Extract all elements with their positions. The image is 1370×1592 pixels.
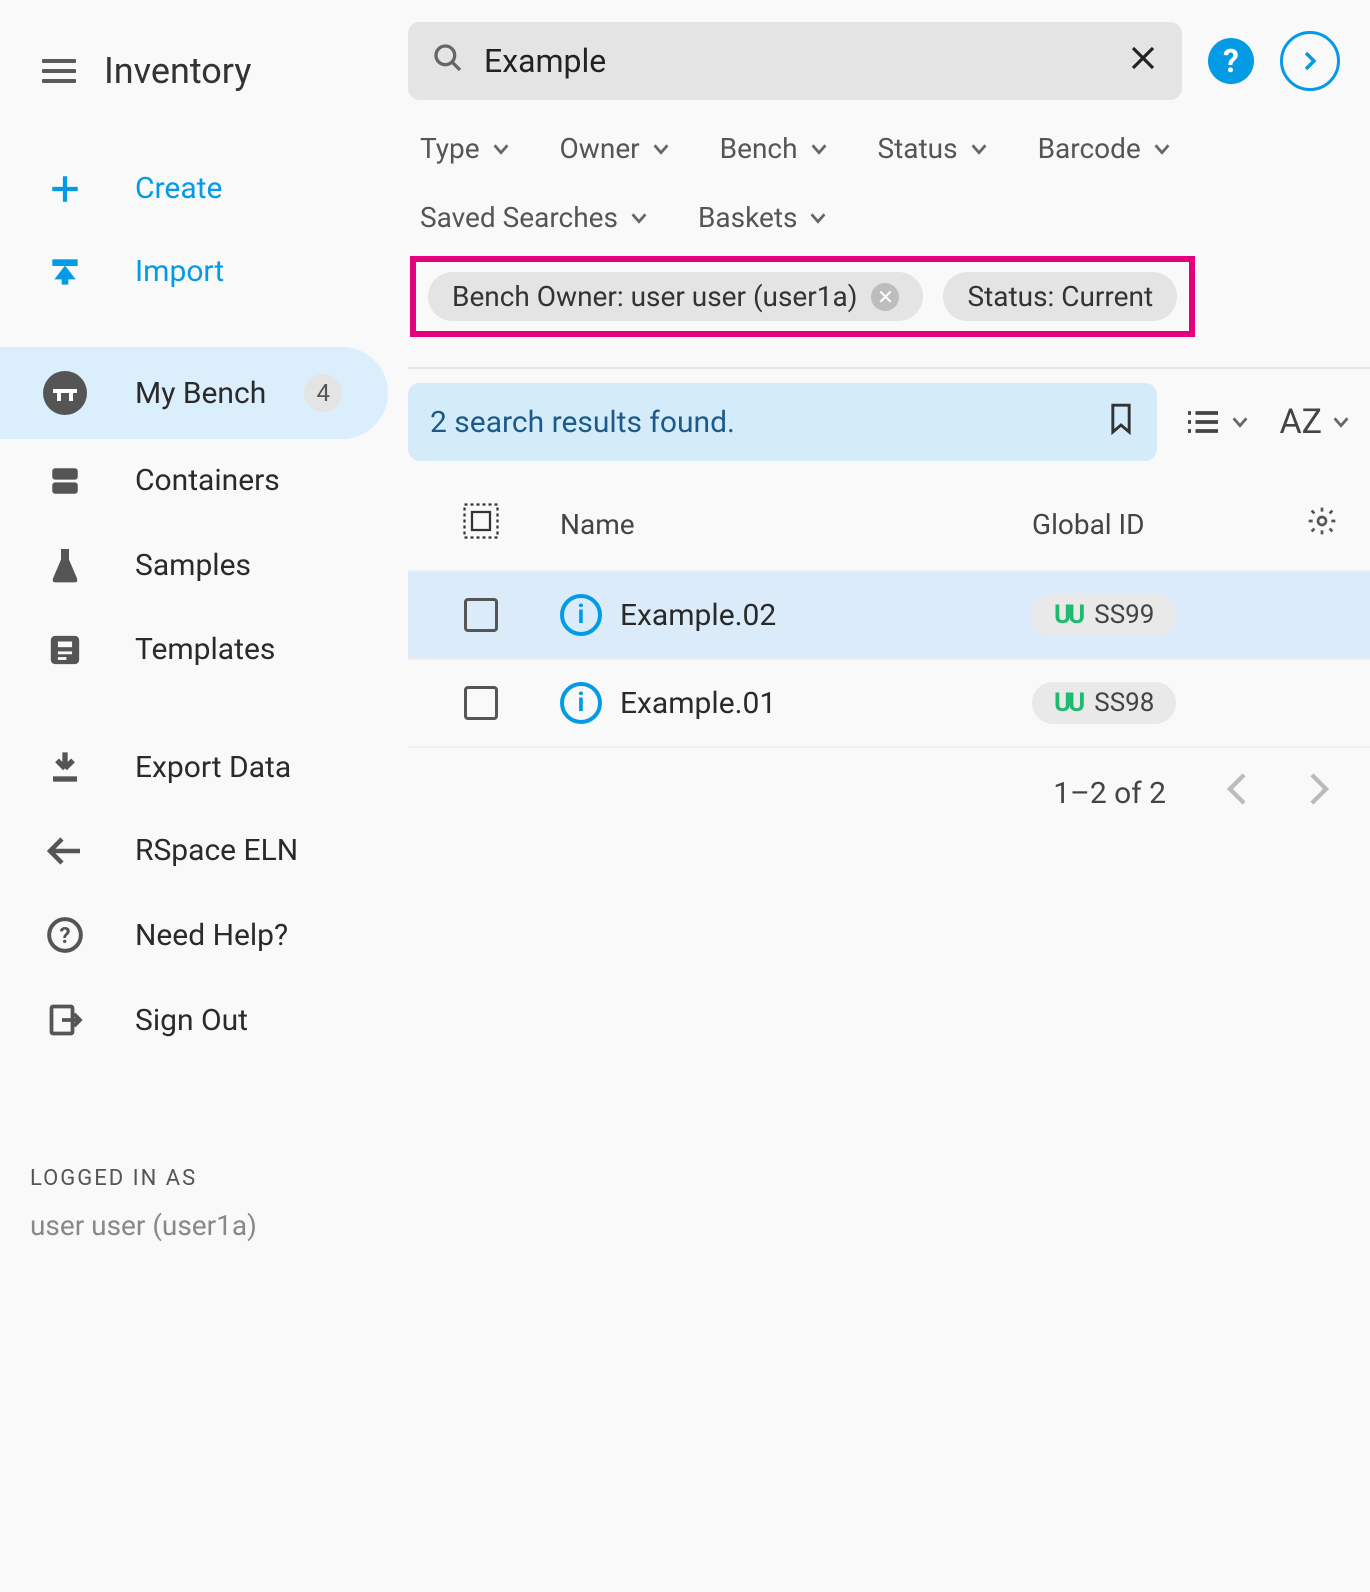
prev-page-icon[interactable]: [1226, 772, 1248, 814]
tube-icon: UU: [1054, 600, 1082, 630]
download-icon: [42, 749, 87, 785]
col-name-header[interactable]: Name: [536, 508, 1032, 541]
signout-icon: [42, 1002, 87, 1038]
sidebar: Inventory Create Import My Bench 4: [0, 0, 408, 1592]
filter-owner[interactable]: Owner: [560, 132, 672, 165]
bookmark-icon[interactable]: [1107, 401, 1135, 443]
question-icon: ?: [42, 916, 87, 954]
filter-row-2: Saved Searches Baskets: [408, 187, 1370, 256]
sidebar-item-my-bench[interactable]: My Bench 4: [0, 347, 388, 439]
filter-bench[interactable]: Bench: [720, 132, 830, 165]
search-icon: [432, 42, 464, 81]
chip-status[interactable]: Status: Current: [943, 272, 1177, 321]
svg-text:?: ?: [59, 923, 70, 949]
results-table: Name Global ID i Example.02 UU SS: [408, 479, 1370, 838]
filter-row-1: Type Owner Bench Status Barcode: [408, 118, 1370, 187]
eln-label: RSpace ELN: [135, 833, 298, 868]
main: ? Type Owner Bench Status Barcode Saved …: [408, 0, 1370, 1592]
search-box[interactable]: [408, 22, 1182, 100]
info-icon[interactable]: i: [560, 594, 602, 636]
remove-chip-icon[interactable]: ✕: [871, 283, 899, 311]
id-pill[interactable]: UU SS99: [1032, 594, 1176, 636]
sidebar-item-templates[interactable]: Templates: [0, 608, 408, 691]
box-icon: [42, 464, 87, 498]
row-name: Example.01: [620, 686, 776, 721]
back-arrow-icon: [42, 836, 87, 866]
search-input[interactable]: [484, 42, 1108, 80]
sidebar-item-samples[interactable]: Samples: [0, 522, 408, 608]
id-pill[interactable]: UU SS98: [1032, 682, 1176, 724]
my-bench-badge: 4: [304, 374, 342, 412]
sidebar-item-eln[interactable]: RSpace ELN: [0, 809, 408, 892]
chip-bench-owner[interactable]: Bench Owner: user user (user1a) ✕: [428, 272, 923, 321]
import-label: Import: [135, 254, 224, 289]
select-all-icon[interactable]: [463, 503, 499, 546]
col-id-header[interactable]: Global ID: [1032, 508, 1292, 541]
import-icon: [42, 256, 87, 288]
table-row[interactable]: i Example.01 UU SS98: [408, 658, 1370, 746]
create-label: Create: [135, 171, 222, 206]
menu-icon[interactable]: [42, 59, 76, 83]
filter-status[interactable]: Status: [878, 132, 990, 165]
export-label: Export Data: [135, 750, 291, 785]
info-icon[interactable]: i: [560, 682, 602, 724]
tube-icon: UU: [1054, 688, 1082, 718]
sidebar-item-export[interactable]: Export Data: [0, 725, 408, 809]
gear-icon[interactable]: [1306, 505, 1338, 544]
flask-icon: [42, 546, 87, 584]
logged-in-title: LOGGED IN AS: [30, 1166, 378, 1191]
logged-in-block: LOGGED IN AS user user (user1a): [0, 1130, 408, 1278]
logged-in-user: user user (user1a): [30, 1209, 378, 1242]
row-name: Example.02: [620, 598, 776, 633]
table-row[interactable]: i Example.02 UU SS99: [408, 570, 1370, 658]
row-checkbox[interactable]: [464, 598, 498, 632]
divider: [408, 367, 1370, 369]
my-bench-label: My Bench: [135, 376, 266, 411]
samples-label: Samples: [135, 548, 251, 583]
row-checkbox[interactable]: [464, 686, 498, 720]
expand-panel-icon[interactable]: [1280, 31, 1340, 91]
pagination: 1–2 of 2: [408, 746, 1370, 838]
view-toggle[interactable]: [1185, 408, 1251, 436]
next-page-icon[interactable]: [1308, 772, 1330, 814]
clear-search-icon[interactable]: [1128, 43, 1158, 80]
help-icon[interactable]: ?: [1208, 38, 1254, 84]
plus-icon: [42, 172, 87, 206]
templates-label: Templates: [135, 632, 275, 667]
results-banner: 2 search results found.: [408, 383, 1157, 461]
sidebar-item-help[interactable]: ? Need Help?: [0, 892, 408, 978]
help-label: Need Help?: [135, 918, 288, 953]
sort-toggle[interactable]: AZ: [1279, 402, 1352, 442]
page-range: 1–2 of 2: [1053, 776, 1166, 811]
table-header: Name Global ID: [408, 479, 1370, 570]
sidebar-item-containers[interactable]: Containers: [0, 439, 408, 522]
app-title: Inventory: [104, 50, 251, 92]
filter-baskets[interactable]: Baskets: [698, 201, 830, 234]
create-button[interactable]: Create: [0, 147, 408, 230]
sidebar-item-signout[interactable]: Sign Out: [0, 978, 408, 1062]
active-filters: Bench Owner: user user (user1a) ✕ Status…: [410, 256, 1195, 337]
signout-label: Sign Out: [135, 1003, 248, 1038]
template-icon: [42, 633, 87, 667]
import-button[interactable]: Import: [0, 230, 408, 313]
bench-icon: [42, 371, 87, 415]
filter-saved-searches[interactable]: Saved Searches: [420, 201, 650, 234]
filter-barcode[interactable]: Barcode: [1038, 132, 1173, 165]
filter-type[interactable]: Type: [420, 132, 512, 165]
containers-label: Containers: [135, 463, 280, 498]
